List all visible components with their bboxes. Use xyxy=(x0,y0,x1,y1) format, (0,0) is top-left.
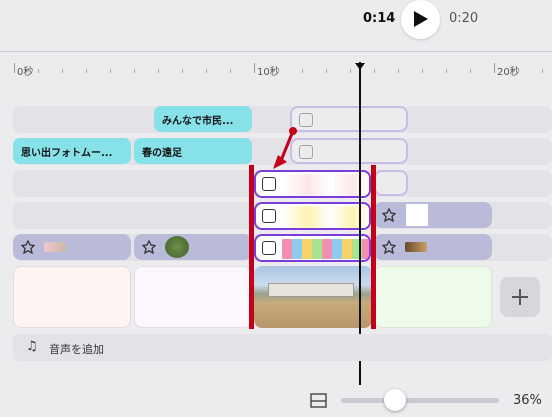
ruler-tick xyxy=(494,63,495,73)
scene-thumbnail[interactable] xyxy=(13,266,131,328)
scene-thumbnail[interactable] xyxy=(374,266,492,328)
sticker-icon xyxy=(381,239,397,255)
text-clip[interactable]: 思い出フォトムー... xyxy=(13,138,131,164)
image-icon xyxy=(299,145,313,159)
ghost-clip xyxy=(290,138,408,164)
add-audio-track[interactable]: ♫ 音声を追加 xyxy=(13,334,552,361)
sticker-icon xyxy=(141,239,157,255)
image-icon xyxy=(262,209,276,223)
ruler-minor-tick xyxy=(62,69,63,73)
ruler-minor-tick xyxy=(158,69,159,73)
graphic-thumbnail xyxy=(282,206,369,228)
image-icon xyxy=(262,177,276,191)
ruler-minor-tick xyxy=(374,69,375,73)
ruler-minor-tick xyxy=(446,69,447,73)
ruler-minor-tick xyxy=(182,69,183,73)
graphic-clip[interactable] xyxy=(13,234,131,260)
ruler-minor-tick xyxy=(86,69,87,73)
add-scene-button[interactable] xyxy=(500,277,540,317)
ruler-minor-tick xyxy=(398,69,399,73)
ruler-minor-tick xyxy=(278,69,279,73)
ghost-clip xyxy=(374,170,408,196)
ruler-minor-tick xyxy=(422,69,423,73)
ruler-minor-tick xyxy=(326,69,327,73)
plus-icon xyxy=(512,289,528,305)
graphic-thumbnail xyxy=(282,174,369,196)
ruler-tick xyxy=(254,63,255,73)
timeline-view-icon xyxy=(310,393,327,408)
sticker-icon xyxy=(20,239,36,255)
zoom-level: 36% xyxy=(513,393,542,408)
image-icon xyxy=(262,241,276,255)
play-button[interactable] xyxy=(401,0,440,39)
ruler-minor-tick xyxy=(38,69,39,73)
image-icon xyxy=(299,113,313,127)
zoom-slider-knob[interactable] xyxy=(384,389,406,411)
ruler-tick xyxy=(14,63,15,73)
graphic-clip-selected[interactable] xyxy=(254,234,371,262)
graphic-thumbnail xyxy=(165,236,189,258)
graphic-clip[interactable] xyxy=(374,234,492,260)
total-time: 0:20 xyxy=(449,11,479,26)
scene-thumbnail-selected[interactable] xyxy=(254,266,372,328)
ruler-label-20: 20秒 xyxy=(497,67,520,78)
ruler-label-0: 0秒 xyxy=(17,67,34,78)
school-building-image xyxy=(268,283,354,297)
view-toggle-button[interactable] xyxy=(310,393,327,408)
graphic-clip[interactable] xyxy=(374,202,492,228)
add-audio-label: 音声を追加 xyxy=(49,343,104,356)
music-note-icon: ♫ xyxy=(26,339,38,354)
ruler-minor-tick xyxy=(518,69,519,73)
ruler-minor-tick xyxy=(206,69,207,73)
trim-marker-left[interactable] xyxy=(249,165,254,329)
graphic-thumbnail xyxy=(44,242,66,252)
ruler-minor-tick xyxy=(110,69,111,73)
text-clip[interactable]: みんなで市民... xyxy=(154,106,252,132)
ruler-label-10: 10秒 xyxy=(257,67,280,78)
ruler-minor-tick xyxy=(134,69,135,73)
text-clip[interactable]: 春の遠足 xyxy=(134,138,252,164)
ruler-minor-tick xyxy=(230,69,231,73)
graphic-thumbnail xyxy=(406,204,428,226)
ruler-minor-tick xyxy=(350,69,351,73)
ruler-minor-tick xyxy=(542,69,543,73)
play-icon xyxy=(414,11,428,27)
zoom-slider[interactable] xyxy=(341,398,499,403)
arrow-annotation xyxy=(273,127,297,169)
graphic-clip-selected[interactable] xyxy=(254,202,371,230)
graphic-clip[interactable] xyxy=(134,234,252,260)
divider xyxy=(0,51,552,52)
scene-thumbnail[interactable] xyxy=(134,266,252,328)
ruler-minor-tick xyxy=(302,69,303,73)
current-time: 0:14 xyxy=(363,11,396,26)
trim-marker-right[interactable] xyxy=(371,165,376,329)
graphic-thumbnail xyxy=(405,242,427,252)
graphic-thumbnail xyxy=(282,239,369,259)
ghost-clip xyxy=(290,106,408,132)
ruler-minor-tick xyxy=(470,69,471,73)
sticker-icon xyxy=(381,207,397,223)
